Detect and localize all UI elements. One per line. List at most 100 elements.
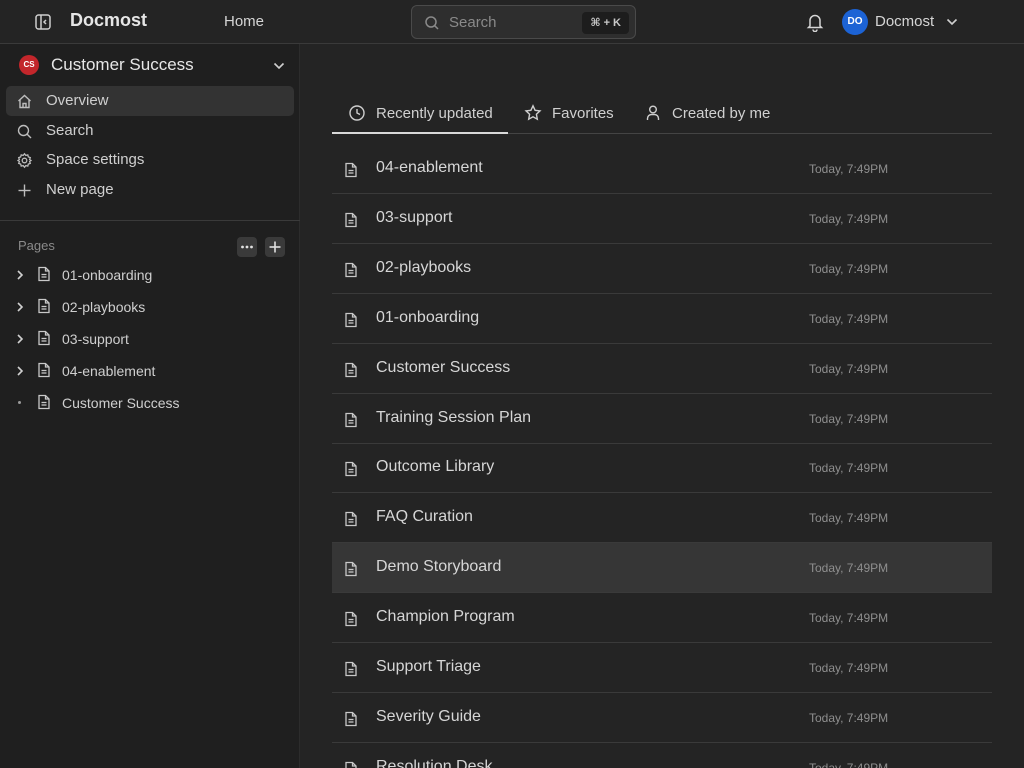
document-icon xyxy=(344,461,358,477)
sidebar-item-overview[interactable]: Overview xyxy=(6,86,294,116)
document-icon xyxy=(37,266,51,282)
page-title: Resolution Desk xyxy=(376,757,493,768)
page-title: Support Triage xyxy=(376,658,481,675)
chevron-right-icon[interactable] xyxy=(14,365,26,377)
search-icon xyxy=(16,123,33,140)
recent-tabs: Recently updated Favorites Created by me xyxy=(332,96,992,134)
document-icon xyxy=(37,394,51,410)
page-list-row[interactable]: 03-support Today, 7:49PM xyxy=(332,194,992,244)
document-icon xyxy=(344,362,358,378)
more-options-button[interactable] xyxy=(237,237,257,257)
tab-label: Created by me xyxy=(672,105,771,122)
sidebar-divider xyxy=(0,220,300,221)
tab-label: Favorites xyxy=(552,105,614,122)
page-title: 01-onboarding xyxy=(376,308,480,326)
user-avatar[interactable]: DO xyxy=(842,9,868,35)
sidebar-toggle-icon[interactable] xyxy=(33,12,53,32)
document-icon xyxy=(344,162,358,178)
search-icon xyxy=(424,15,440,31)
page-tree-label: 01-onboarding xyxy=(62,267,153,283)
document-icon xyxy=(37,330,51,346)
document-icon xyxy=(344,661,358,677)
chevron-right-icon[interactable] xyxy=(14,269,26,281)
page-title: Demo Storyboard xyxy=(376,558,502,576)
page-tree-label: 03-support xyxy=(62,331,129,347)
document-icon xyxy=(344,412,358,428)
top-header: Docmost Home Search ⌘ + K DO Docmost xyxy=(0,0,1024,44)
page-updated-date: Today, 7:49PM xyxy=(809,211,889,226)
page-title: Severity Guide xyxy=(376,707,481,725)
plus-icon xyxy=(16,182,33,199)
page-tree-label: Customer Success xyxy=(62,395,180,411)
chevron-right-icon[interactable] xyxy=(14,333,26,345)
document-icon xyxy=(37,362,51,378)
home-icon xyxy=(16,93,33,110)
page-list-row[interactable]: Champion Program Today, 7:49PM xyxy=(332,593,992,644)
page-list-row[interactable]: Customer Success Today, 7:49PM xyxy=(332,344,992,394)
document-icon xyxy=(344,761,358,768)
space-switcher[interactable]: CS Customer Success xyxy=(0,44,300,86)
page-list-row[interactable]: 04-enablement Today, 7:49PM xyxy=(332,144,992,194)
page-list-row[interactable]: Severity Guide Today, 7:49PM xyxy=(332,693,992,743)
page-tree-item[interactable]: 03-support xyxy=(0,324,300,354)
page-title: Outcome Library xyxy=(376,458,495,476)
page-updated-date: Today, 7:49PM xyxy=(809,361,889,376)
document-icon xyxy=(344,212,358,228)
page-list-row[interactable]: Outcome Library Today, 7:49PM xyxy=(332,443,992,494)
page-updated-date: Today, 7:49PM xyxy=(809,710,889,725)
page-tree-item[interactable]: 01-onboarding xyxy=(0,260,300,290)
page-title: 02-playbooks xyxy=(376,258,472,276)
notifications-bell-icon[interactable] xyxy=(806,12,824,32)
page-updated-date: Today, 7:49PM xyxy=(809,162,889,176)
page-updated-date: Today, 7:49PM xyxy=(809,661,889,675)
add-page-button[interactable] xyxy=(265,237,285,257)
search-placeholder: Search xyxy=(449,14,497,31)
sidebar-item-space-settings[interactable]: Space settings xyxy=(6,145,294,175)
page-list-row[interactable]: FAQ Curation Today, 7:49PM xyxy=(332,493,992,544)
sidebar: CS Customer Success Overview Search Spac… xyxy=(0,44,300,768)
search-shortcut-badge: ⌘ + K xyxy=(582,12,629,34)
page-tree-item[interactable]: 04-enablement xyxy=(0,356,300,386)
chevron-down-icon[interactable] xyxy=(272,59,286,73)
page-list-row[interactable]: Resolution Desk Today, 7:49PM xyxy=(332,743,992,768)
gear-icon xyxy=(16,152,33,169)
chevron-down-icon[interactable] xyxy=(945,15,959,29)
page-list-row[interactable]: Support Triage Today, 7:49PM xyxy=(332,643,992,693)
page-list-row[interactable]: 02-playbooks Today, 7:49PM xyxy=(332,244,992,294)
document-icon xyxy=(344,711,358,727)
page-list-row[interactable]: 01-onboarding Today, 7:49PM xyxy=(332,294,992,344)
tab-recently-updated[interactable]: Recently updated xyxy=(332,96,508,134)
document-icon xyxy=(344,262,358,278)
document-icon xyxy=(37,298,51,314)
page-title: FAQ Curation xyxy=(376,508,473,526)
page-tree-item[interactable]: Customer Success xyxy=(0,388,300,418)
sidebar-item-label: Search xyxy=(46,122,94,139)
tab-created-by-me[interactable]: Created by me xyxy=(644,96,784,134)
page-title: Customer Success xyxy=(376,358,511,376)
page-updated-date: Today, 7:49PM xyxy=(809,311,889,326)
plus-icon xyxy=(269,241,281,253)
chevron-right-icon[interactable] xyxy=(14,301,26,313)
brand-logo-text[interactable]: Docmost xyxy=(70,10,147,31)
sidebar-item-new-page[interactable]: New page xyxy=(6,175,294,205)
clock-icon xyxy=(348,104,366,122)
search-input[interactable]: Search ⌘ + K xyxy=(411,5,636,39)
page-updated-date: Today, 7:49PM xyxy=(809,611,889,626)
tab-favorites[interactable]: Favorites xyxy=(524,96,624,134)
nav-home-link[interactable]: Home xyxy=(224,13,264,30)
page-list-row[interactable]: Training Session Plan Today, 7:49PM xyxy=(332,394,992,444)
page-updated-date: Today, 7:49PM xyxy=(809,760,889,768)
page-title: 03-support xyxy=(376,208,453,226)
page-tree-item[interactable]: 02-playbooks xyxy=(0,292,300,322)
sidebar-item-label: Space settings xyxy=(46,151,145,168)
bullet-dot-icon xyxy=(18,401,21,404)
page-title: Champion Program xyxy=(376,608,515,626)
page-updated-date: Today, 7:49PM xyxy=(809,411,889,426)
space-avatar: CS xyxy=(19,55,39,75)
sidebar-item-search[interactable]: Search xyxy=(6,116,294,146)
main-content: Recently updated Favorites Created by me… xyxy=(300,44,1024,768)
page-title: 04-enablement xyxy=(376,159,483,176)
page-list-row[interactable]: Demo Storyboard Today, 7:49PM xyxy=(332,543,992,594)
user-menu-name[interactable]: Docmost xyxy=(875,13,934,30)
star-icon xyxy=(524,104,542,122)
